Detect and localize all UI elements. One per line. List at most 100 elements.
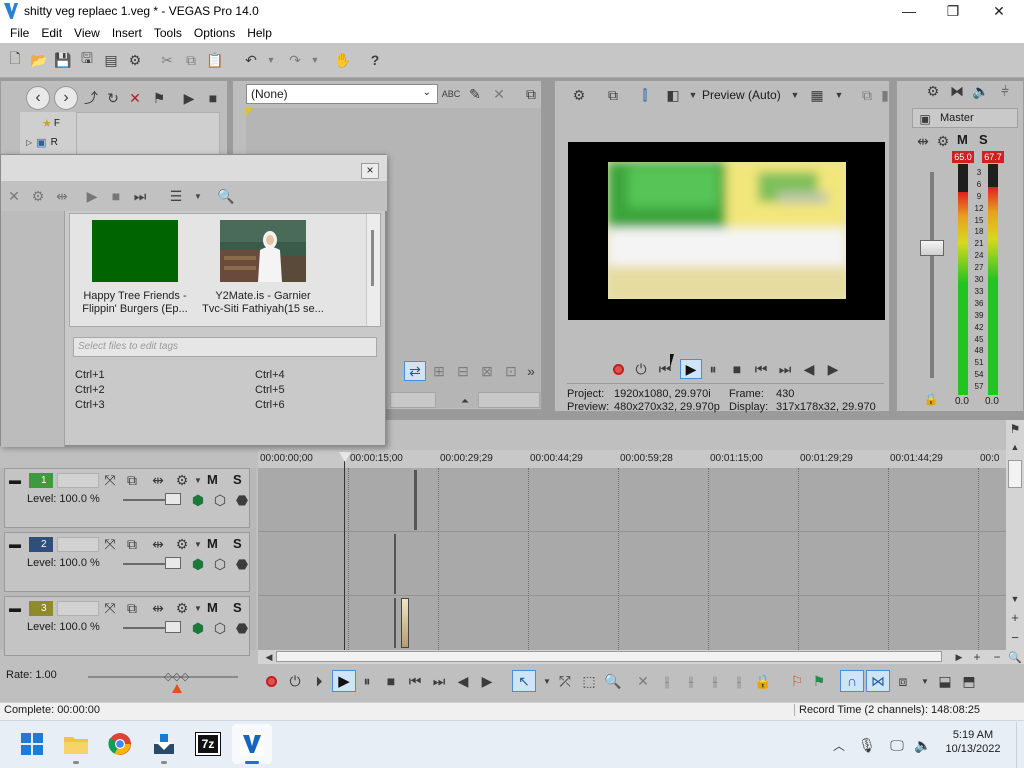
- event-clip-track-3-edge[interactable]: [394, 598, 396, 648]
- track-automation-icon[interactable]: ⬢: [189, 491, 207, 509]
- go-to-end-icon[interactable]: ⏭: [430, 672, 448, 690]
- track-solo-3[interactable]: S: [233, 600, 242, 615]
- trimmer-scroll-left[interactable]: [390, 392, 436, 408]
- media-properties-icon[interactable]: ⚙: [29, 187, 47, 205]
- remove-media-icon[interactable]: ✕: [5, 187, 23, 205]
- track-motion-icon[interactable]: ⤧: [101, 599, 119, 617]
- shortcut-2[interactable]: Ctrl+2: [75, 384, 105, 396]
- auto-preview-icon[interactable]: ⏭: [131, 187, 149, 205]
- collapse-track-icon[interactable]: ▬: [9, 601, 21, 615]
- preview-loop-icon[interactable]: ⏻: [632, 360, 650, 378]
- refresh-icon[interactable]: ↻: [104, 89, 122, 107]
- tree-item-recent[interactable]: ▷ ▣ R: [26, 136, 58, 149]
- track-fx-dropdown-icon[interactable]: ▼: [189, 535, 207, 553]
- master-mute-button[interactable]: M: [957, 132, 968, 147]
- trimmer-add-icon[interactable]: ⊞: [430, 362, 448, 380]
- redo-dropdown-icon[interactable]: ▼: [306, 51, 324, 69]
- record-icon[interactable]: [262, 672, 280, 690]
- go-to-start-icon[interactable]: ⏮: [406, 672, 424, 690]
- playhead-cursor[interactable]: [344, 452, 345, 650]
- play-icon[interactable]: ▶: [332, 670, 356, 692]
- spell-check-icon[interactable]: ABC: [442, 85, 461, 103]
- menu-options[interactable]: Options: [188, 26, 241, 40]
- open-icon[interactable]: 📂: [30, 51, 48, 69]
- add-to-favorites-icon[interactable]: ⚑: [150, 89, 168, 107]
- overlays-icon[interactable]: ◧: [664, 86, 682, 104]
- split-icon[interactable]: ⫲: [730, 672, 748, 690]
- track-lock-icon[interactable]: ⬡: [211, 555, 229, 573]
- trimmer-preset-select[interactable]: (None) ⌄: [246, 84, 438, 104]
- trimmer-more-icon[interactable]: »: [522, 362, 540, 380]
- quality-dropdown-icon[interactable]: ▼: [786, 86, 804, 104]
- track-name-3[interactable]: [57, 601, 99, 616]
- menu-tools[interactable]: Tools: [148, 26, 188, 40]
- track-automation-icon[interactable]: ⬢: [189, 619, 207, 637]
- master-speaker-icon[interactable]: 🔊: [972, 82, 990, 100]
- snapping-magnet-icon[interactable]: ∩: [840, 670, 864, 692]
- copy-icon[interactable]: ⧉: [182, 51, 200, 69]
- loop-playback-icon[interactable]: ⏻: [286, 672, 304, 690]
- tree-item-favorites[interactable]: ★ F: [42, 117, 60, 130]
- taskbar-vegas[interactable]: [232, 724, 272, 764]
- next-frame-icon[interactable]: ▶: [478, 672, 496, 690]
- trim-icon[interactable]: ⫲: [658, 672, 676, 690]
- timeline-vertical-scrollbar[interactable]: ⚑ ▲ ▼ + −: [1006, 420, 1024, 650]
- playhead-marker-icon[interactable]: [339, 452, 351, 462]
- envelope-tool-icon[interactable]: ⤱: [556, 672, 574, 690]
- track-mute-1[interactable]: M: [207, 472, 218, 487]
- taskbar-file-explorer[interactable]: [56, 724, 96, 764]
- trim-start-icon[interactable]: ⫳: [682, 672, 700, 690]
- trimmer-zoom-icon[interactable]: ⏶: [456, 392, 474, 410]
- track-level-knob-1[interactable]: [165, 493, 181, 505]
- master-pan-icon[interactable]: ⇹: [914, 132, 932, 150]
- track-fx-dropdown-icon[interactable]: ▼: [189, 471, 207, 489]
- master-solo-button[interactable]: S: [979, 132, 988, 147]
- cut-icon[interactable]: ✂: [158, 51, 176, 69]
- media-thumbnail-1[interactable]: [92, 220, 178, 282]
- track-mute-2[interactable]: M: [207, 536, 218, 551]
- marker-flag-icon[interactable]: ⚑: [1006, 420, 1024, 438]
- show-desktop-button[interactable]: [1016, 722, 1024, 768]
- preview-prev-frame-icon[interactable]: ◀: [800, 360, 818, 378]
- paste-icon[interactable]: 📋: [206, 51, 224, 69]
- trimmer-effects-icon[interactable]: ✎: [466, 85, 484, 103]
- timeline-horizontal-scrollbar[interactable]: ◀ ▶ + − 🔍: [258, 650, 1024, 664]
- preview-properties-icon[interactable]: ⚙: [570, 86, 588, 104]
- track-automation-icon[interactable]: ⬢: [189, 555, 207, 573]
- ripple-edit-icon[interactable]: ⧈: [894, 672, 912, 690]
- track-motion-icon[interactable]: ⤧: [101, 471, 119, 489]
- media-thumbnail-2[interactable]: [220, 220, 306, 282]
- preview-quality-select[interactable]: Preview (Auto): [702, 88, 781, 102]
- previous-frame-icon[interactable]: ◀: [454, 672, 472, 690]
- preview-go-start-icon[interactable]: ⏮: [752, 360, 770, 378]
- master-downmix-icon[interactable]: ⫩: [996, 82, 1014, 100]
- explorer-file-list[interactable]: [76, 112, 220, 156]
- master-properties-icon[interactable]: ⚙: [924, 82, 942, 100]
- track-lock-icon[interactable]: ⬡: [211, 491, 229, 509]
- trimmer-delete-icon[interactable]: ✕: [490, 85, 508, 103]
- track-header-3[interactable]: ▬ 3 ⤧ ⧉ ⇹ ⚙ ▼ M S Level: 100.0 % ⬢ ⬡ ⬣: [4, 596, 250, 656]
- trimmer-add-end-icon[interactable]: ⊠: [478, 362, 496, 380]
- microphone-icon[interactable]: 🎙: [858, 736, 876, 754]
- event-clip-track-3[interactable]: [401, 598, 409, 648]
- shortcut-4[interactable]: Ctrl+4: [255, 369, 285, 381]
- track-composite-mode-icon[interactable]: ⬣: [233, 555, 251, 573]
- delete-icon[interactable]: ✕: [126, 89, 144, 107]
- collapse-track-icon[interactable]: ▬: [9, 473, 21, 487]
- media-window-titlebar[interactable]: ×: [1, 155, 387, 181]
- track-name-1[interactable]: [57, 473, 99, 488]
- save-snapshot-icon[interactable]: ▮: [876, 86, 894, 104]
- menu-view[interactable]: View: [68, 26, 106, 40]
- stop-icon[interactable]: ■: [382, 672, 400, 690]
- media-bin-scroll-thumb[interactable]: [371, 230, 374, 286]
- event-clip-track-2[interactable]: [394, 534, 396, 594]
- rate-slider[interactable]: [88, 676, 238, 678]
- track-lane-2[interactable]: [258, 532, 1006, 596]
- insert-marker-icon[interactable]: ⚐: [788, 672, 806, 690]
- trimmer-add-start-icon[interactable]: ⊟: [454, 362, 472, 380]
- media-bin-scrollbar[interactable]: [366, 214, 380, 326]
- save-icon[interactable]: 💾: [54, 51, 72, 69]
- trimmer-scroll-right[interactable]: [478, 392, 540, 408]
- tracks-area[interactable]: [258, 468, 1006, 660]
- explorer-play-icon[interactable]: ▶: [180, 89, 198, 107]
